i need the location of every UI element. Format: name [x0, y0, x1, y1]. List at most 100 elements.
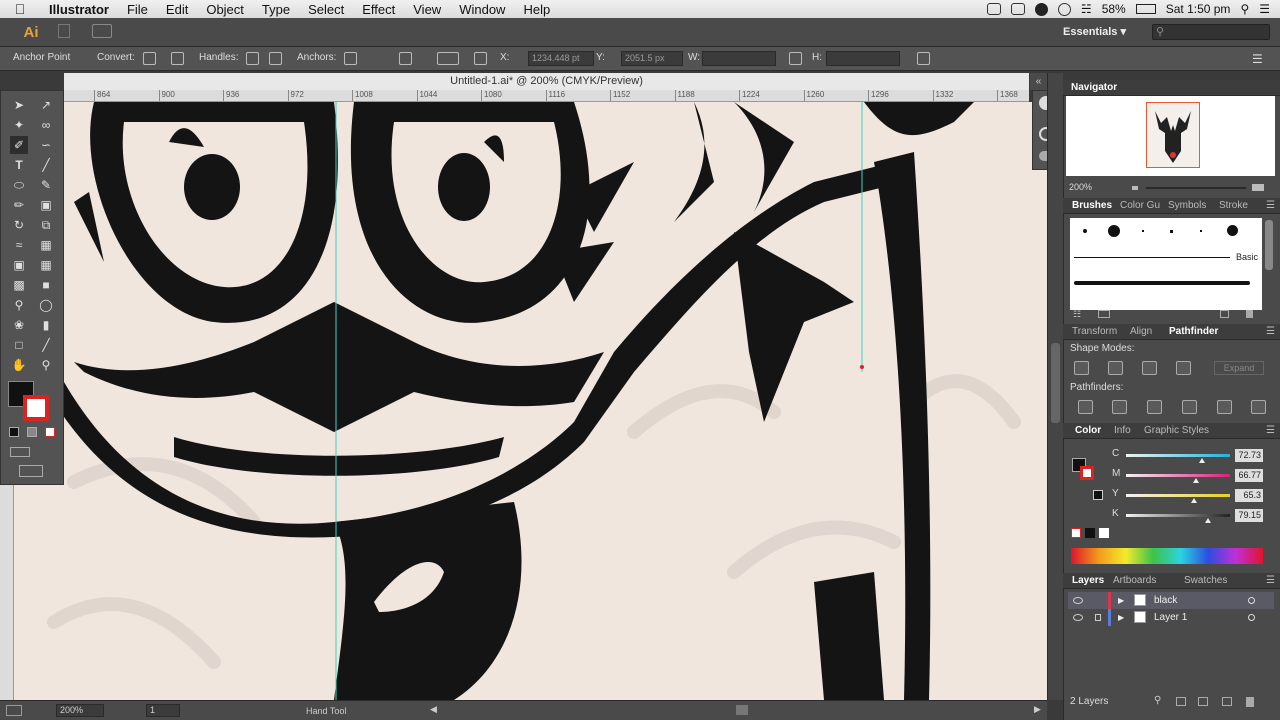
- merge-button[interactable]: [1147, 400, 1162, 414]
- brush-hair[interactable]: [1200, 230, 1202, 232]
- show-handles-icon[interactable]: [246, 52, 259, 65]
- channel-slider-thumb[interactable]: [1190, 498, 1197, 503]
- white-color-swatch[interactable]: [1099, 528, 1109, 538]
- menu-effect[interactable]: Effect: [353, 2, 404, 17]
- menu-help[interactable]: Help: [514, 2, 559, 17]
- color-mode-icon[interactable]: [9, 427, 19, 437]
- type-tool-icon[interactable]: T: [10, 156, 28, 174]
- blend-tool-icon[interactable]: ◯: [37, 296, 55, 314]
- tab-pathfinder[interactable]: Pathfinder: [1169, 326, 1218, 337]
- artboard-nav-icon[interactable]: [6, 705, 22, 716]
- scroll-left-icon[interactable]: ◀: [430, 704, 437, 715]
- tab-swatches[interactable]: Swatches: [1184, 575, 1227, 586]
- hand-tool-icon[interactable]: ✋: [10, 356, 28, 374]
- exclude-button[interactable]: [1176, 361, 1191, 375]
- collapse-strip-icon[interactable]: «: [1030, 73, 1047, 90]
- gradient-mode-icon[interactable]: [27, 427, 37, 437]
- menu-window[interactable]: Window: [450, 2, 514, 17]
- direct-selection-tool-icon[interactable]: ↗: [37, 96, 55, 114]
- channel-slider-thumb[interactable]: [1192, 478, 1199, 483]
- stroke-swatch[interactable]: [23, 395, 49, 421]
- menu-file[interactable]: File: [118, 2, 157, 17]
- scale-tool-icon[interactable]: ⧉: [37, 216, 55, 234]
- status-text[interactable]: Hand Tool: [306, 706, 346, 716]
- y-position-field[interactable]: 2051.5 px: [621, 51, 683, 66]
- transform-panel-icon[interactable]: [917, 52, 930, 65]
- none-color-swatch[interactable]: [1071, 528, 1081, 538]
- black-color-swatch[interactable]: [1085, 528, 1095, 538]
- tab-symbols[interactable]: Symbols: [1168, 200, 1206, 211]
- tab-info[interactable]: Info: [1114, 425, 1131, 436]
- channel-slider-k[interactable]: [1126, 514, 1230, 517]
- out-of-gamut-icon[interactable]: [1093, 490, 1103, 500]
- notification-list-icon[interactable]: ☰: [1259, 2, 1270, 16]
- sync-icon[interactable]: [1034, 2, 1048, 16]
- free-transform-tool-icon[interactable]: ▦: [37, 236, 55, 254]
- width-field[interactable]: [702, 51, 776, 66]
- channel-value-c[interactable]: 72.73: [1235, 449, 1263, 462]
- channel-slider-c[interactable]: [1126, 454, 1230, 457]
- tab-color-guide[interactable]: Color Gu: [1120, 200, 1160, 211]
- visibility-eye-icon[interactable]: [1073, 614, 1083, 621]
- channel-slider-y[interactable]: [1126, 494, 1230, 497]
- constrain-link-icon[interactable]: [789, 52, 802, 65]
- document-tab[interactable]: Untitled-1.ai* @ 200% (CMYK/Preview): [64, 73, 1029, 90]
- brushes-menu-icon[interactable]: ☰: [1266, 200, 1275, 211]
- delete-brush-icon[interactable]: [1246, 310, 1253, 318]
- align-icon[interactable]: [437, 52, 459, 65]
- expand-layer-icon[interactable]: ▶: [1118, 609, 1124, 626]
- lock-icon[interactable]: [1095, 597, 1101, 604]
- pen-tool-icon[interactable]: ✐: [10, 136, 28, 154]
- lasso-tool-icon[interactable]: ∞: [37, 116, 55, 134]
- eyedropper-tool-icon[interactable]: ⚲: [10, 296, 28, 314]
- horizontal-scroll-thumb[interactable]: [736, 705, 748, 715]
- tab-artboards[interactable]: Artboards: [1113, 575, 1156, 586]
- none-mode-icon[interactable]: [45, 427, 55, 437]
- convert-to-smooth-icon[interactable]: [171, 52, 184, 65]
- control-menu-icon[interactable]: ☰: [1252, 52, 1263, 66]
- channel-slider-m[interactable]: [1126, 474, 1230, 477]
- channel-value-k[interactable]: 79.15: [1235, 509, 1263, 522]
- layer-name[interactable]: black: [1154, 592, 1177, 609]
- brush-libraries-icon[interactable]: ☷: [1073, 309, 1081, 320]
- rotate-tool-icon[interactable]: ↻: [10, 216, 28, 234]
- shape-builder-tool-icon[interactable]: ▣: [10, 256, 28, 274]
- channel-value-m[interactable]: 66.77: [1235, 469, 1263, 482]
- menu-select[interactable]: Select: [299, 2, 353, 17]
- pencil-tool-icon[interactable]: ✏: [10, 196, 28, 214]
- ellipse-tool-icon[interactable]: ⬭: [10, 176, 28, 194]
- minus-front-button[interactable]: [1108, 361, 1123, 375]
- unite-button[interactable]: [1074, 361, 1089, 375]
- intersect-button[interactable]: [1142, 361, 1157, 375]
- arrange-documents-icon[interactable]: [92, 24, 112, 38]
- new-layer-icon[interactable]: [1222, 697, 1232, 706]
- expand-button[interactable]: Expand: [1214, 361, 1264, 375]
- channel-value-y[interactable]: 65.3: [1235, 489, 1263, 502]
- user-icon[interactable]: [1057, 2, 1071, 16]
- tab-layers[interactable]: Layers: [1072, 575, 1104, 586]
- transform-icon[interactable]: [474, 52, 487, 65]
- target-icon[interactable]: [1248, 614, 1255, 621]
- wifi-icon[interactable]: ☵: [1081, 2, 1092, 16]
- isolate-icon[interactable]: [399, 52, 412, 65]
- scroll-right-icon[interactable]: ▶: [1034, 704, 1041, 715]
- options-icon[interactable]: [1098, 310, 1110, 318]
- artboard-canvas[interactable]: [14, 102, 1047, 700]
- paintbrush-tool-icon[interactable]: ✎: [37, 176, 55, 194]
- pathfinder-menu-icon[interactable]: ☰: [1266, 326, 1275, 337]
- color-stroke-swatch[interactable]: [1080, 466, 1094, 480]
- slice-tool-icon[interactable]: ╱: [37, 336, 55, 354]
- column-graph-tool-icon[interactable]: ▮: [37, 316, 55, 334]
- perspective-grid-tool-icon[interactable]: ▦: [37, 256, 55, 274]
- delete-layer-icon[interactable]: [1246, 697, 1254, 707]
- remove-anchor-icon[interactable]: [344, 52, 357, 65]
- menu-object[interactable]: Object: [197, 2, 253, 17]
- crop-button[interactable]: [1182, 400, 1197, 414]
- tab-color[interactable]: Color: [1075, 425, 1101, 436]
- bridge-icon[interactable]: [58, 24, 70, 38]
- spotlight-icon[interactable]: ⚲: [1240, 2, 1249, 16]
- height-field[interactable]: [826, 51, 900, 66]
- brush-scroll-thumb[interactable]: [1265, 220, 1273, 270]
- mesh-tool-icon[interactable]: ▩: [10, 276, 28, 294]
- channel-slider-thumb[interactable]: [1205, 518, 1212, 523]
